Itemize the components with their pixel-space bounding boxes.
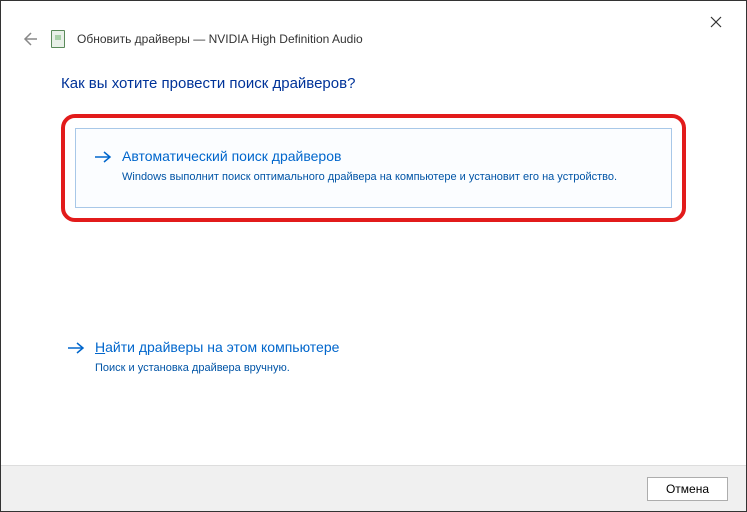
option-auto-search[interactable]: Автоматический поиск драйверов Windows в… bbox=[75, 128, 672, 208]
question-heading: Как вы хотите провести поиск драйверов? bbox=[61, 75, 686, 92]
option-manual-desc: Поиск и установка драйвера вручную. bbox=[95, 362, 668, 374]
arrow-right-icon bbox=[94, 150, 112, 169]
device-icon bbox=[51, 30, 65, 48]
option-manual-title: Найти драйверы на этом компьютере bbox=[95, 338, 339, 356]
dialog-window: Обновить драйверы — NVIDIA High Definiti… bbox=[0, 0, 747, 512]
arrow-right-icon bbox=[67, 341, 85, 360]
highlight-annotation: Автоматический поиск драйверов Windows в… bbox=[61, 114, 686, 222]
back-button[interactable] bbox=[19, 29, 39, 49]
close-button[interactable] bbox=[694, 7, 738, 37]
footer: Отмена bbox=[1, 465, 746, 511]
option-auto-desc: Windows выполнит поиск оптимального драй… bbox=[122, 171, 653, 183]
close-icon bbox=[710, 16, 722, 28]
arrow-left-icon bbox=[19, 29, 39, 49]
option-auto-title: Автоматический поиск драйверов bbox=[122, 147, 341, 165]
header: Обновить драйверы — NVIDIA High Definiti… bbox=[1, 29, 746, 55]
cancel-button[interactable]: Отмена bbox=[647, 477, 728, 501]
content-area: Как вы хотите провести поиск драйверов? … bbox=[1, 55, 746, 392]
option-manual-search[interactable]: Найти драйверы на этом компьютере Поиск … bbox=[61, 332, 686, 392]
window-title: Обновить драйверы — NVIDIA High Definiti… bbox=[77, 32, 363, 46]
